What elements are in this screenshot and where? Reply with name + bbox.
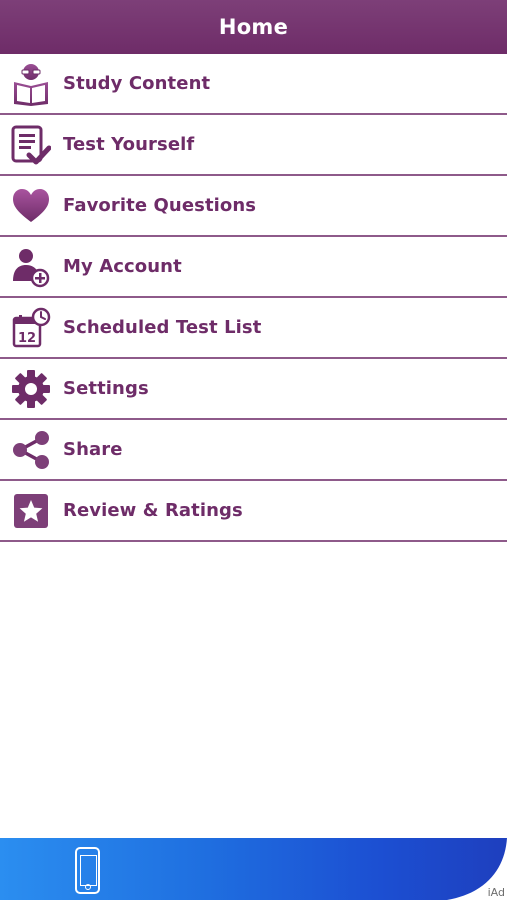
calendar-clock-icon: 12: [11, 306, 51, 350]
menu-item-label: Share: [63, 439, 123, 460]
user-add-icon: [11, 245, 51, 289]
checklist-icon: [11, 123, 51, 167]
menu-item-study-content[interactable]: Study Content: [0, 54, 507, 115]
calendar-day-text: 12: [18, 331, 36, 346]
page-title: Home: [218, 15, 289, 39]
home-menu: Study Content Test Yourself Favorite Que…: [0, 54, 507, 542]
heart-icon: [11, 184, 51, 228]
menu-item-favorite-questions[interactable]: Favorite Questions: [0, 176, 507, 237]
menu-item-my-account[interactable]: My Account: [0, 237, 507, 298]
navigation-bar: Home: [0, 0, 507, 54]
phone-icon: [75, 847, 100, 894]
ad-label: iAd: [487, 886, 505, 899]
menu-item-label: Review & Ratings: [63, 500, 243, 521]
menu-item-label: Study Content: [63, 73, 211, 94]
menu-item-label: Favorite Questions: [63, 195, 257, 216]
star-icon: [11, 489, 51, 533]
menu-item-label: Test Yourself: [63, 134, 195, 155]
menu-item-scheduled-test-list[interactable]: 12 Scheduled Test List: [0, 298, 507, 359]
reader-book-icon: [11, 62, 51, 106]
menu-item-settings[interactable]: Settings: [0, 359, 507, 420]
menu-item-share[interactable]: Share: [0, 420, 507, 481]
share-icon: [11, 428, 51, 472]
menu-item-test-yourself[interactable]: Test Yourself: [0, 115, 507, 176]
menu-item-label: My Account: [63, 256, 182, 277]
menu-item-review-ratings[interactable]: Review & Ratings: [0, 481, 507, 542]
ad-banner[interactable]: iAd: [0, 838, 507, 900]
gear-icon: [11, 367, 51, 411]
menu-item-label: Scheduled Test List: [63, 317, 262, 338]
menu-item-label: Settings: [63, 378, 149, 399]
